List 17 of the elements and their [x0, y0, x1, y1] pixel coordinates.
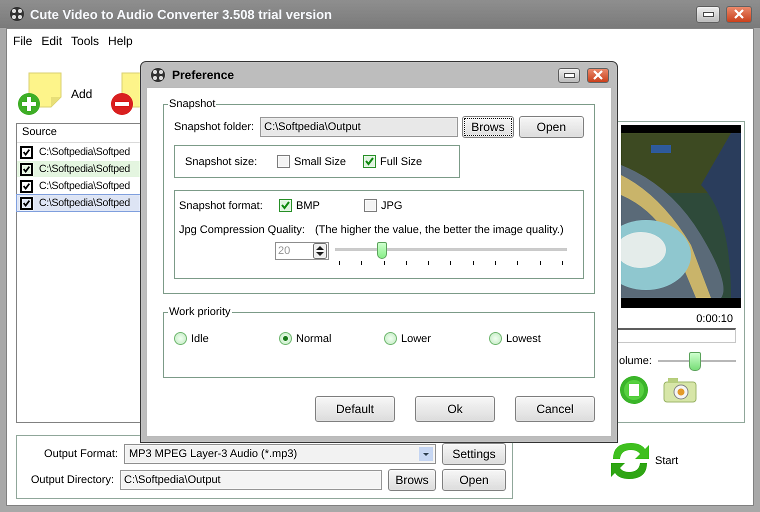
group-title: Work priority	[168, 306, 232, 318]
output-format-label: Output Format:	[44, 448, 118, 460]
volume-label: olume:	[618, 355, 652, 367]
file-path: C:\Softpedia\Softped	[39, 180, 130, 192]
file-path: C:\Softpedia\Softped	[39, 197, 130, 209]
file-path: C:\Softpedia\Softped	[39, 163, 130, 175]
file-path: C:\Softpedia\Softped	[39, 146, 130, 158]
output-directory-label: Output Directory:	[30, 474, 114, 486]
window-title: Cute Video to Audio Converter 3.508 trial version	[30, 6, 332, 22]
quality-label: Jpg Compression Quality:	[179, 224, 305, 236]
elapsed-time: 0:00:10	[696, 313, 733, 325]
snapshot-folder-label: Snapshot folder:	[174, 121, 254, 133]
quality-hint: (The higher the value, the better the image quality.)	[314, 224, 564, 236]
snapshot-format-label: Snapshot format:	[179, 200, 264, 212]
group-title: Snapshot	[168, 98, 216, 110]
snapshot-size-label: Snapshot size:	[185, 156, 258, 168]
dialog-title: Preference	[172, 68, 234, 82]
